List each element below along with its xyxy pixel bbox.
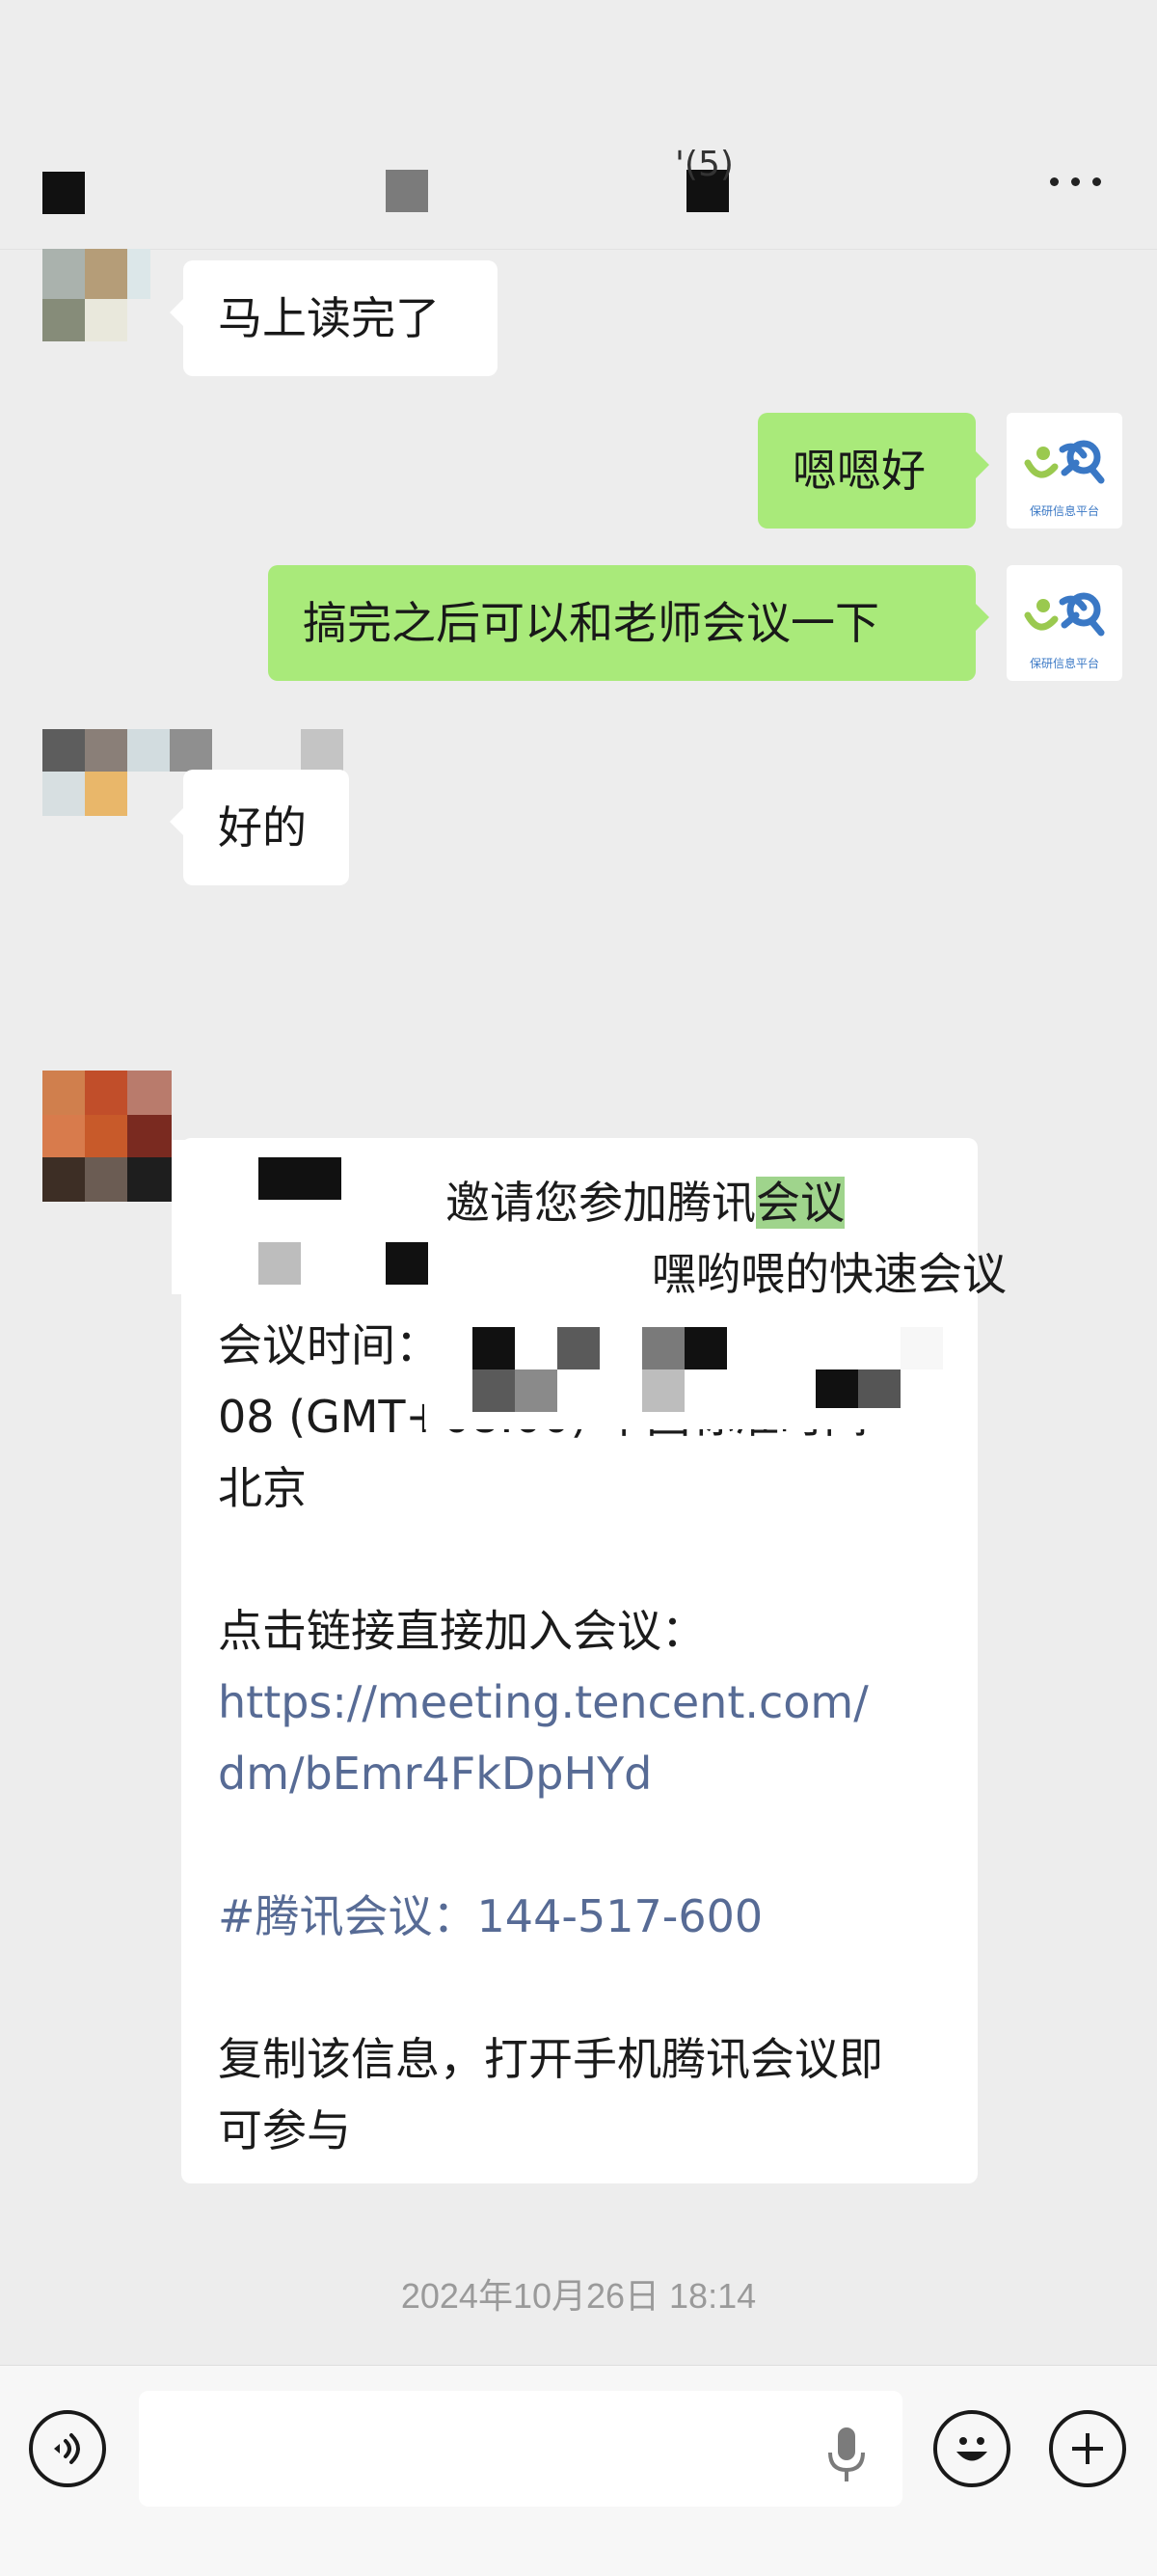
contact-avatar[interactable] xyxy=(42,249,150,341)
self-avatar[interactable]: 保研信息平台 xyxy=(1007,565,1122,681)
input-bar xyxy=(0,2365,1157,2576)
plus-sign-icon xyxy=(1072,2433,1103,2464)
message-text: 嗯嗯好 xyxy=(793,445,926,497)
chat-title-fragment: '(5) xyxy=(675,145,734,184)
sound-wave-icon xyxy=(54,2433,80,2464)
message-text: 好的 xyxy=(218,801,307,854)
message-text: 搞完之后可以和老师会议一下 xyxy=(303,597,879,649)
contact-avatar[interactable] xyxy=(42,1071,172,1202)
message-text: 马上读完了 xyxy=(218,292,440,344)
chat-header: '(5) xyxy=(0,0,1157,250)
self-avatar-label: 保研信息平台 xyxy=(1029,657,1099,670)
self-avatar[interactable]: 保研信息平台 xyxy=(1007,413,1122,529)
meeting-link[interactable]: dm/bEmr4FkDpHYd xyxy=(218,1738,941,1809)
message-input[interactable] xyxy=(139,2391,902,2507)
card-footer-text: 可参与 xyxy=(218,2104,351,2156)
self-avatar-label: 保研信息平台 xyxy=(1029,504,1099,518)
meeting-link[interactable]: https://meeting.tencent.com/ xyxy=(218,1667,941,1738)
join-label: 点击链接直接加入会议： xyxy=(218,1605,706,1657)
microphone-icon[interactable] xyxy=(827,2426,866,2483)
message-bubble[interactable]: 好的 xyxy=(170,770,349,885)
more-dots-icon[interactable] xyxy=(1036,154,1114,208)
meeting-invite-card[interactable]: 邀请您参加腾讯会议 嘿哟喂的快速会议 会议时间： 08 (GMT+08:00) … xyxy=(181,1138,1007,2183)
emoji-icon[interactable] xyxy=(933,2410,1010,2487)
message-bubble[interactable]: 马上读完了 xyxy=(170,260,498,376)
meeting-time-zone: 北京 xyxy=(218,1462,307,1514)
message-bubble[interactable]: 嗯嗯好 xyxy=(758,413,989,529)
search-highlight: 会议 xyxy=(756,1177,845,1229)
message-bubble[interactable]: 搞完之后可以和老师会议一下 xyxy=(268,565,989,681)
plus-icon[interactable] xyxy=(1049,2410,1126,2487)
message-timestamp: 2024年10月26日 18:14 xyxy=(400,2276,757,2316)
back-button[interactable] xyxy=(42,172,85,214)
voice-toggle-icon[interactable] xyxy=(29,2410,106,2487)
meeting-id-tag[interactable]: #腾讯会议：144-517-600 xyxy=(218,1881,941,1952)
smiley-face-icon xyxy=(956,2437,987,2461)
pixelated-title-block xyxy=(386,170,428,212)
card-footer-text: 复制该信息，打开手机腾讯会议即 xyxy=(218,2033,883,2085)
